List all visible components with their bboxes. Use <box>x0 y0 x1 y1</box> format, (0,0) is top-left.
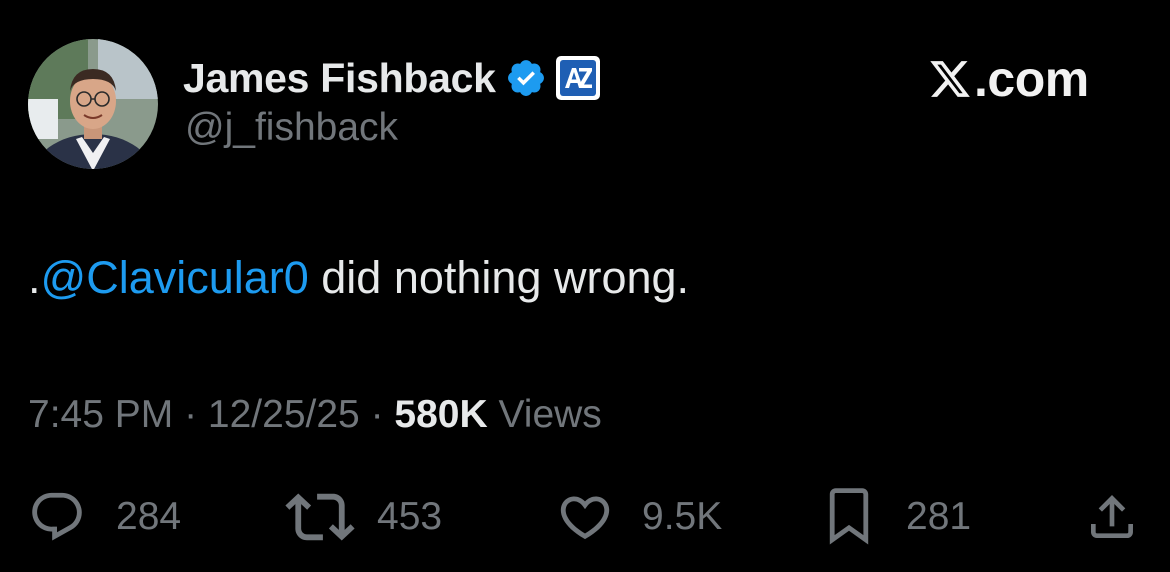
x-logo-icon <box>930 61 970 97</box>
verified-badge-icon[interactable] <box>505 57 547 99</box>
author-name-row: James Fishback <box>183 52 601 104</box>
tweet-date[interactable]: 12/25/25 <box>208 393 360 436</box>
bookmark-button[interactable]: 281 <box>825 488 971 546</box>
author-handle[interactable]: @j_fishback <box>185 106 398 150</box>
reply-icon <box>32 492 82 541</box>
meta-separator: · <box>173 393 208 436</box>
author-avatar[interactable] <box>28 39 158 169</box>
bookmark-icon <box>829 488 869 545</box>
views-label: Views <box>487 393 602 436</box>
tweet-text: .@Clavicular0 did nothing wrong. <box>28 248 689 308</box>
meta-separator: · <box>359 393 395 436</box>
tweet-meta: 7:45 PM · 12/25/25 · 580K Views <box>28 390 602 440</box>
like-button[interactable]: 9.5K <box>555 488 722 546</box>
views-count: 580K <box>394 393 488 436</box>
author-display-name[interactable]: James Fishback <box>183 55 496 102</box>
az-affiliation-badge[interactable] <box>555 55 601 101</box>
x-brand-logo: .com <box>928 51 1089 107</box>
reply-button[interactable]: 284 <box>28 488 181 546</box>
repost-count: 453 <box>377 495 443 538</box>
bookmark-count: 281 <box>906 495 972 538</box>
tweet-mention-link[interactable]: @Clavicular0 <box>41 252 309 303</box>
tweet-time[interactable]: 7:45 PM <box>28 393 173 436</box>
repost-button[interactable]: 453 <box>285 488 442 546</box>
tweet-prefix: . <box>28 252 41 303</box>
reply-count: 284 <box>116 495 182 538</box>
like-count: 9.5K <box>642 495 723 538</box>
heart-icon <box>560 496 610 540</box>
repost-icon <box>285 493 355 541</box>
tweet-body: did nothing wrong. <box>308 252 690 303</box>
x-domain-text: .com <box>974 51 1089 107</box>
share-button[interactable] <box>1084 488 1140 546</box>
share-icon <box>1091 495 1133 538</box>
